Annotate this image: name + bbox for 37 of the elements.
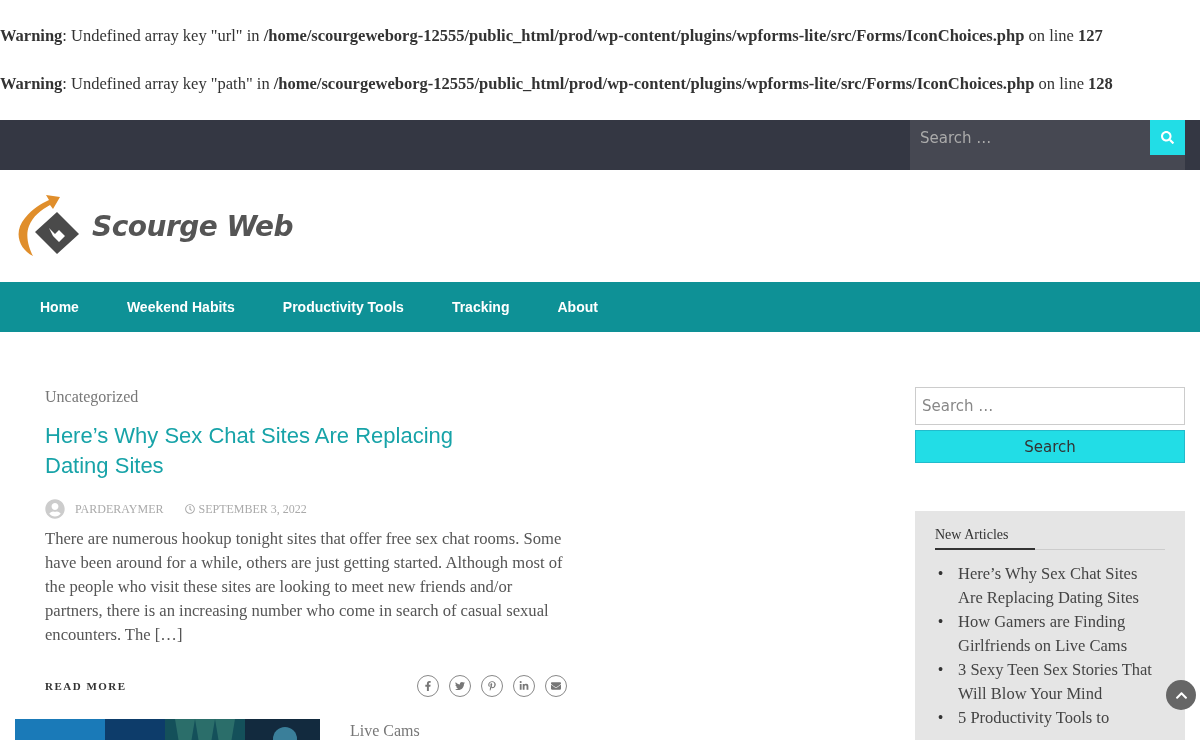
article-link[interactable]: 3 Sexy Teen Sex Stories That Will Blow Your Mind bbox=[958, 658, 1163, 706]
php-warning: Warning: Undefined array key "path" in /home/scourgeweborg-12555/public_html/prod/wp-content/plugins/wpforms-lite/src/Forms/IconChoices.php on line 128 bbox=[0, 73, 1114, 95]
nav-link[interactable]: Productivity Tools bbox=[282, 299, 404, 315]
category-link[interactable]: Live Cams bbox=[350, 721, 420, 740]
nav-link[interactable]: About bbox=[557, 299, 598, 315]
linkedin-icon bbox=[519, 681, 529, 691]
pinterest-icon bbox=[487, 681, 497, 691]
envelope-icon bbox=[551, 681, 561, 691]
nav-link[interactable]: Home bbox=[40, 299, 79, 315]
php-warning: Warning: Undefined array key "url" in /home/scourgeweborg-12555/public_html/prod/wp-content/plugins/wpforms-lite/src/Forms/IconChoices.php on line 127 bbox=[0, 25, 1104, 47]
clock-icon bbox=[185, 504, 196, 514]
bullet: • bbox=[936, 612, 945, 632]
search-icon bbox=[1161, 131, 1174, 144]
widget-title: New Articles bbox=[935, 527, 1165, 550]
post-date: SEPTEMBER 3, 2022 bbox=[198, 501, 307, 517]
back-to-top-button[interactable] bbox=[1166, 680, 1196, 710]
site-logo[interactable]: Scourge Web bbox=[92, 209, 294, 243]
post-excerpt: There are numerous hookup tonight sites that offer free sex chat rooms. Some have been around for a while, others are just getting started. Although most of the people who visit these sites are looking to meet new friends and/or partners, there is an increasing number who come in search of casual sexual encounters. The […] bbox=[45, 528, 563, 646]
nav-link[interactable]: Weekend Habits bbox=[126, 299, 235, 315]
bird-icon bbox=[455, 681, 465, 691]
search-button[interactable] bbox=[1150, 120, 1185, 170]
bullet: • bbox=[936, 564, 945, 584]
bullet: • bbox=[936, 660, 945, 680]
search-field[interactable]: Search … bbox=[910, 120, 1150, 170]
category-link[interactable]: Uncategorized bbox=[45, 387, 567, 407]
post-title[interactable]: Here’s Why Sex Chat Sites Are Replacing Dating Sites bbox=[45, 421, 515, 481]
avatar-icon bbox=[45, 499, 65, 519]
article-link[interactable]: How Gamers are Finding Girlfriends on Live Cams bbox=[958, 610, 1163, 658]
search-button[interactable]: Search bbox=[915, 430, 1185, 463]
author-link[interactable]: PARDERAYMER bbox=[75, 501, 164, 517]
facebook-icon bbox=[423, 681, 433, 691]
search-field[interactable]: Search … bbox=[915, 387, 1185, 425]
bullet: • bbox=[936, 708, 945, 728]
article-link[interactable]: Here’s Why Sex Chat Sites Are Replacing Dating Sites bbox=[958, 562, 1163, 610]
nav-link[interactable]: Tracking bbox=[451, 299, 510, 315]
read-more-link[interactable]: READ MORE bbox=[45, 680, 127, 692]
article-link[interactable]: 5 Productivity Tools to bbox=[958, 706, 1163, 730]
